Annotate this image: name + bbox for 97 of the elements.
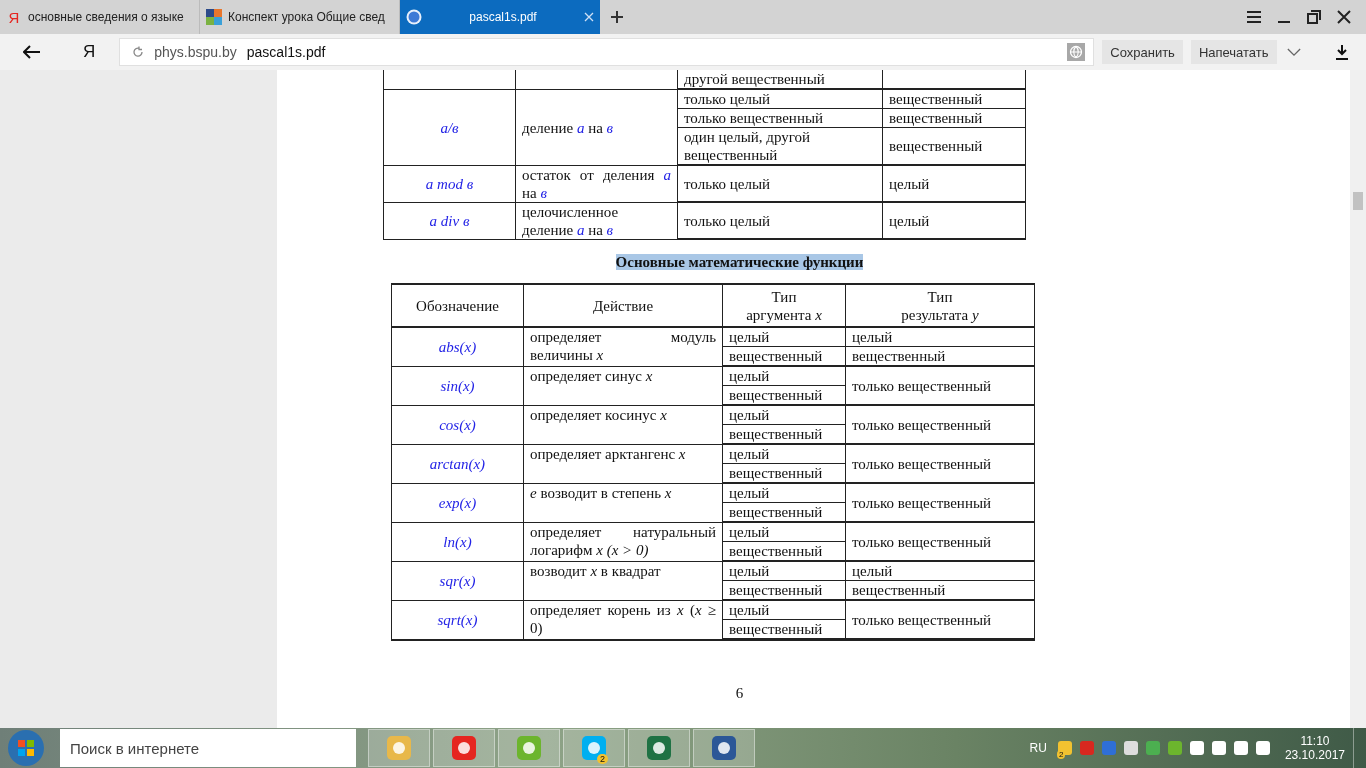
table-cell: только вещественный: [846, 445, 1034, 483]
table-cell: вещественный: [723, 503, 846, 522]
search-field[interactable]: Поиск в интернете: [60, 729, 356, 767]
scrollbar[interactable]: [1350, 70, 1366, 728]
taskbar-app[interactable]: [433, 729, 495, 767]
new-tab-icon[interactable]: [610, 10, 624, 24]
table-cell: целый: [846, 562, 1034, 581]
table-cell: a/в: [384, 90, 516, 165]
table-cell: sqr(x): [392, 562, 524, 600]
table-cell: только вещественный: [846, 367, 1034, 405]
table-cell: sin(x): [392, 367, 524, 405]
table-cell: возводит x в квадрат: [524, 562, 723, 600]
table-cell: остаток от деления a на в: [516, 166, 678, 202]
start-button[interactable]: [6, 728, 46, 768]
table-cell: определяет натуральный логарифм x (x > 0): [524, 523, 723, 561]
table-cell: вещественный: [723, 347, 846, 366]
table-cell: один целый, другой вещественный: [678, 128, 883, 165]
table-cell: вещественный: [883, 90, 1025, 109]
table-cell: определяет корень из x (x ≥ 0): [524, 601, 723, 639]
table-cell: a div в: [384, 203, 516, 239]
table-cell: вещественный: [883, 128, 1025, 165]
page-number: 6: [735, 685, 744, 701]
restore-icon[interactable]: [1306, 9, 1322, 25]
table-cell: целый: [723, 484, 846, 503]
table-cell: только вещественный: [678, 109, 883, 128]
column-header: Обозначение: [392, 285, 524, 326]
back-icon[interactable]: [23, 45, 41, 59]
download-icon[interactable]: [1335, 44, 1349, 60]
table-cell: целый: [846, 328, 1034, 347]
table-cell: целый: [723, 367, 846, 386]
clock-date: 23.10.2017: [1284, 748, 1345, 762]
table-cell: только целый: [678, 90, 883, 109]
table-cell: целый: [723, 445, 846, 464]
table-cell: определяет косинус x: [524, 406, 723, 444]
table-cell: другой вещественный: [678, 70, 883, 89]
table-cell: вещественный: [723, 542, 846, 561]
table-cell: a mod в: [384, 166, 516, 202]
tab-title: Конспект урока Общие свед: [228, 10, 385, 24]
table-cell: только целый: [678, 203, 883, 239]
taskbar-app[interactable]: [628, 729, 690, 767]
menu-icon[interactable]: [1246, 9, 1262, 25]
table-cell: определяет синус x: [524, 367, 723, 405]
badge: 2: [597, 754, 608, 764]
table-cell: целый: [723, 328, 846, 347]
table-cell: только вещественный: [846, 484, 1034, 522]
section-heading: Основные математические функции: [615, 254, 864, 270]
globe-icon[interactable]: [1067, 43, 1086, 61]
taskbar-app[interactable]: 2: [563, 729, 625, 767]
table-cell: только вещественный: [846, 601, 1034, 639]
clock-time: 11:10: [1300, 734, 1330, 748]
table-cell: целый: [723, 523, 846, 542]
close-icon[interactable]: [1336, 9, 1352, 25]
table-cell: cos(x): [392, 406, 524, 444]
table-cell: целочисленное деление a на в: [516, 203, 678, 239]
table-cell: вещественный: [723, 620, 846, 639]
table-cell: вещественный: [723, 425, 846, 444]
address-bar[interactable]: phys.bspu.by pascal1s.pdf: [119, 38, 1095, 66]
browser-tab[interactable]: pascal1s.pdf: [400, 0, 600, 34]
language-indicator[interactable]: RU: [1029, 741, 1047, 755]
badge: 2: [1056, 750, 1066, 759]
toolbar-button[interactable]: Напечатать: [1190, 40, 1277, 64]
table-cell: exp(x): [392, 484, 524, 522]
table-cell: вещественный: [883, 109, 1025, 128]
table-cell: целый: [723, 406, 846, 425]
site-logo: Я: [7, 8, 21, 26]
table-cell: целый: [723, 601, 846, 620]
table-cell: ln(x): [392, 523, 524, 561]
reload-icon[interactable]: [132, 46, 145, 58]
table-cell: вещественный: [723, 581, 846, 600]
browser-logo[interactable]: Я: [83, 42, 96, 62]
globe-icon: [406, 9, 422, 25]
table-cell: sqrt(x): [392, 601, 524, 639]
table-cell: целый: [883, 203, 1025, 239]
table-cell: целый: [723, 562, 846, 581]
column-header: Действие: [524, 285, 723, 326]
table-cell: вещественный: [723, 464, 846, 483]
table-cell: только целый: [678, 166, 883, 202]
domain-text: phys.bspu.by: [154, 44, 237, 60]
table-cell: только вещественный: [846, 406, 1034, 444]
column-header: Тип результата y: [900, 287, 980, 325]
taskbar-app[interactable]: [693, 729, 755, 767]
tab-title: pascal1s.pdf: [468, 10, 538, 24]
table-cell: вещественный: [846, 347, 1034, 366]
table-cell: только вещественный: [846, 523, 1034, 561]
chevron-icon[interactable]: [1286, 47, 1301, 57]
table-cell: arctan(x): [392, 445, 524, 483]
table-cell: abs(x): [392, 328, 524, 366]
table-cell: вещественный: [846, 581, 1034, 600]
table-cell: вещественный: [723, 386, 846, 405]
tab-title: основные сведения о языке: [28, 10, 184, 24]
table-cell: e возводит в степень x: [524, 484, 723, 522]
toolbar-button[interactable]: Сохранить: [1102, 40, 1183, 64]
table-cell: определяет арктангенс x: [524, 445, 723, 483]
table-cell: деление a на в: [516, 90, 678, 165]
file-name: pascal1s.pdf: [246, 44, 326, 60]
table-cell: целый: [883, 166, 1025, 202]
squares-icon: [206, 9, 222, 25]
